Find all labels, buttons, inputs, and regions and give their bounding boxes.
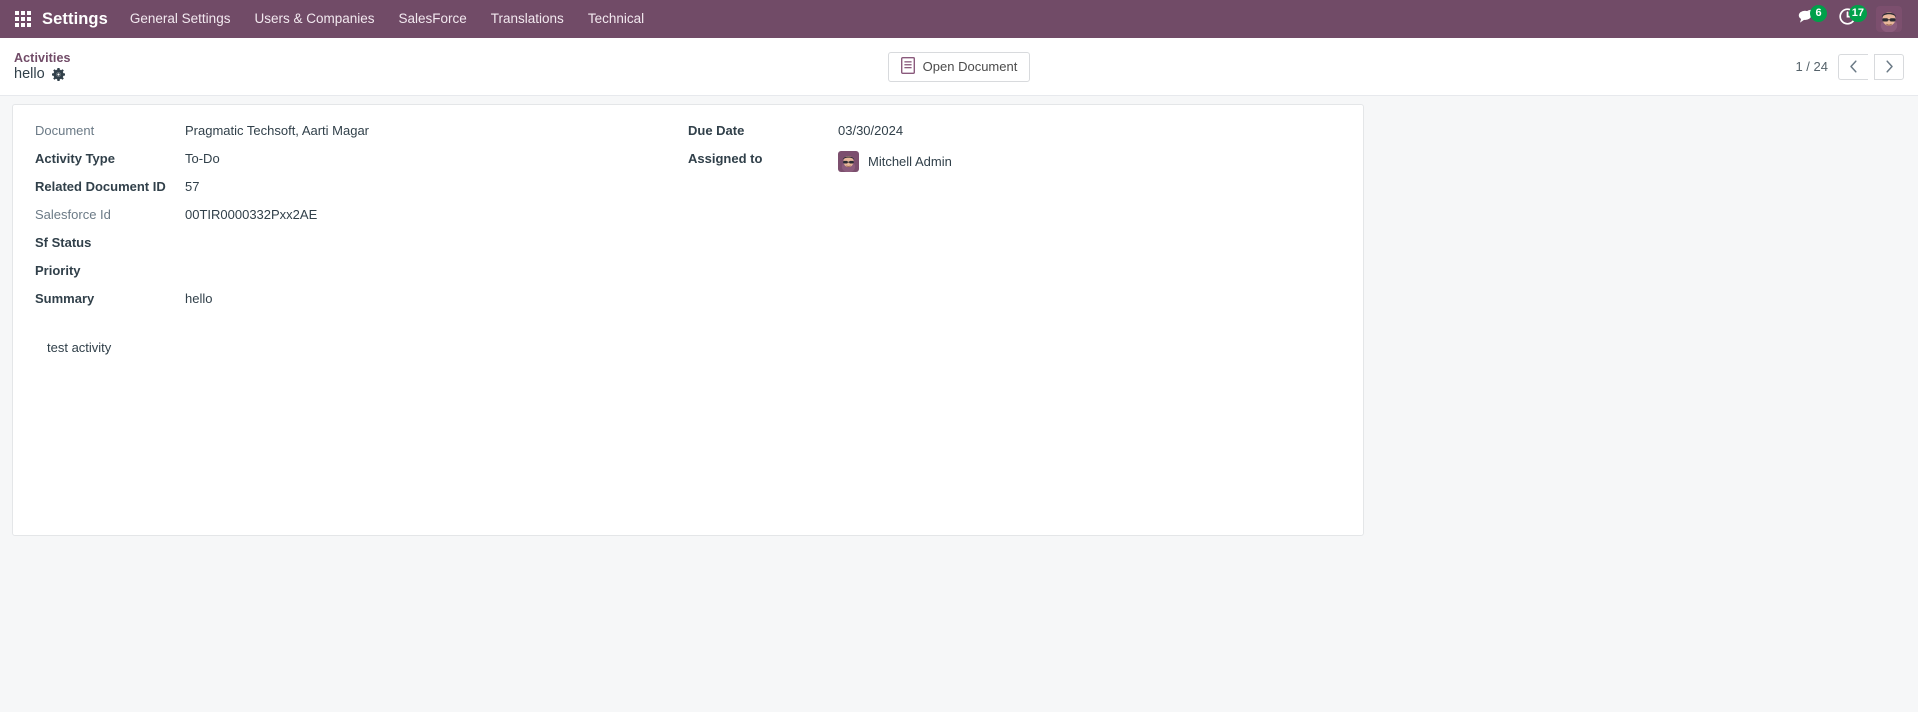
open-document-button[interactable]: Open Document — [887, 51, 1031, 82]
form-column-left: Document Pragmatic Techsoft, Aarti Magar… — [35, 123, 688, 319]
field-value-activity-type[interactable]: To-Do — [185, 151, 660, 179]
field-label-assigned-to: Assigned to — [688, 151, 763, 166]
field-value-document[interactable]: Pragmatic Techsoft, Aarti Magar — [185, 123, 660, 151]
messages-badge-count: 6 — [1810, 5, 1827, 22]
activities-badge-count: 17 — [1848, 5, 1867, 22]
pager-previous-button[interactable] — [1838, 53, 1868, 80]
app-brand-settings[interactable]: Settings — [40, 10, 118, 29]
field-label-activity-type: Activity Type — [35, 151, 115, 166]
main-menu: General Settings Users & Companies Sales… — [118, 0, 656, 38]
breadcrumb-parent-activities[interactable]: Activities — [14, 51, 71, 66]
control-panel-buttons: Open Document — [0, 51, 1918, 82]
field-label-due-date: Due Date — [688, 123, 745, 138]
field-value-summary[interactable]: hello — [185, 291, 660, 319]
field-row-summary: Summary hello — [35, 291, 660, 319]
form-view-area: Document Pragmatic Techsoft, Aarti Magar… — [0, 96, 1918, 712]
field-row-salesforce-id: Salesforce Id 00TIR0000332Pxx2AE — [35, 207, 660, 235]
field-value-salesforce-id[interactable]: 00TIR0000332Pxx2AE — [185, 207, 660, 235]
breadcrumb: Activities hello — [14, 51, 71, 83]
user-avatar — [1876, 6, 1902, 32]
activities-menu[interactable]: 17 — [1832, 0, 1868, 38]
form-group-row: Document Pragmatic Techsoft, Aarti Magar… — [35, 123, 1341, 319]
top-navbar: Settings General Settings Users & Compan… — [0, 0, 1918, 38]
assignee-name: Mitchell Admin — [868, 153, 952, 169]
assignee-avatar — [838, 151, 859, 172]
apps-menu-button[interactable] — [6, 0, 40, 38]
control-panel: Activities hello Open Document 1 / 24 — [0, 38, 1918, 96]
menu-item-users-companies[interactable]: Users & Companies — [242, 0, 386, 38]
field-row-priority: Priority — [35, 263, 660, 291]
gear-icon[interactable] — [51, 67, 65, 81]
form-column-right: Due Date 03/30/2024 Assigned to Mitchell… — [688, 123, 1341, 319]
user-avatar-menu[interactable] — [1876, 6, 1902, 32]
record-pager: 1 / 24 — [1795, 53, 1904, 80]
field-value-related-document-id[interactable]: 57 — [185, 179, 660, 207]
breadcrumb-current-record: hello — [14, 65, 45, 82]
field-label-document: Document — [35, 123, 95, 138]
menu-item-salesforce[interactable]: SalesForce — [387, 0, 479, 38]
field-row-assigned-to: Assigned to Mitchell Admin — [688, 151, 1341, 179]
field-row-sf-status: Sf Status — [35, 235, 660, 263]
chevron-left-icon — [1850, 60, 1857, 73]
field-label-related-document-id: Related Document ID — [35, 179, 166, 194]
field-row-document: Document Pragmatic Techsoft, Aarti Magar — [35, 123, 660, 151]
field-value-due-date[interactable]: 03/30/2024 — [838, 123, 1341, 151]
open-document-label: Open Document — [922, 59, 1018, 74]
document-icon — [900, 56, 915, 77]
messages-menu[interactable]: 6 — [1791, 0, 1828, 38]
field-row-related-document-id: Related Document ID 57 — [35, 179, 660, 207]
field-label-priority: Priority — [35, 263, 81, 278]
menu-item-general-settings[interactable]: General Settings — [118, 0, 243, 38]
field-label-sf-status: Sf Status — [35, 235, 92, 250]
pager-next-button[interactable] — [1874, 53, 1904, 80]
systray: 6 17 — [1791, 0, 1906, 38]
field-value-sf-status[interactable] — [185, 235, 660, 263]
chevron-right-icon — [1885, 60, 1893, 73]
field-label-summary: Summary — [35, 291, 95, 306]
field-row-due-date: Due Date 03/30/2024 — [688, 123, 1341, 151]
field-value-priority[interactable] — [185, 263, 660, 291]
menu-item-translations[interactable]: Translations — [479, 0, 576, 38]
pager-value[interactable]: 1 / 24 — [1795, 59, 1832, 74]
form-sheet: Document Pragmatic Techsoft, Aarti Magar… — [12, 104, 1364, 536]
field-value-assigned-to[interactable]: Mitchell Admin — [838, 151, 1341, 172]
menu-item-technical[interactable]: Technical — [576, 0, 656, 38]
activity-note[interactable]: test activity — [35, 339, 1341, 357]
apps-grid-icon — [15, 11, 31, 27]
field-label-salesforce-id: Salesforce Id — [35, 207, 111, 222]
field-row-activity-type: Activity Type To-Do — [35, 151, 660, 179]
